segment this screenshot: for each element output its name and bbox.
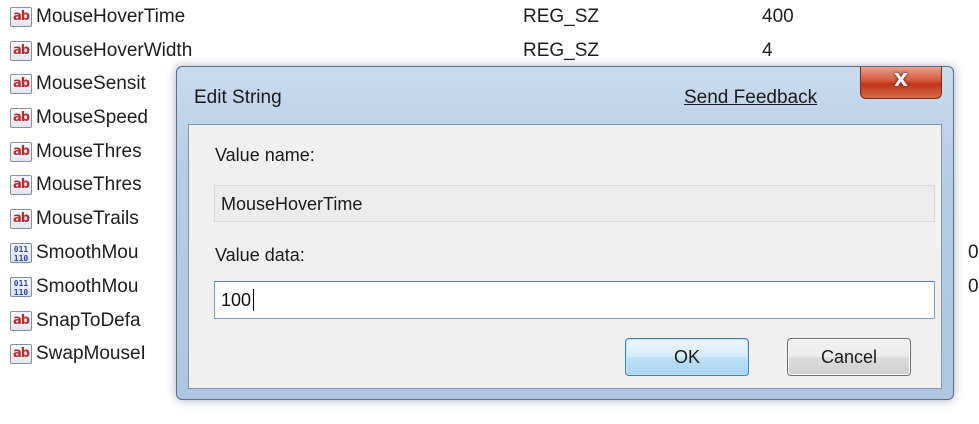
registry-value-data: 400 xyxy=(762,6,794,27)
registry-value-type: REG_SZ xyxy=(523,40,600,61)
string-value-icon: ab xyxy=(10,175,32,195)
close-icon: X xyxy=(894,70,908,91)
string-value-icon: ab xyxy=(10,41,32,61)
dialog-body: Value name: MouseHoverTime Value data: 1… xyxy=(188,124,942,389)
close-button[interactable]: X xyxy=(860,67,942,99)
registry-value-name: SwapMouseI xyxy=(36,343,146,364)
registry-value-data: 0 xyxy=(968,276,979,297)
registry-value-row[interactable]: ab MouseHoverWidth REG_SZ 4 xyxy=(0,34,979,68)
registry-value-name: SnapToDefa xyxy=(36,310,141,331)
registry-value-name: MouseSpeed xyxy=(36,107,148,128)
string-value-icon: ab xyxy=(10,142,32,162)
dialog-title: Edit String xyxy=(194,87,282,108)
string-value-icon: ab xyxy=(10,74,32,94)
registry-value-name: SmoothMou xyxy=(36,242,139,263)
string-value-icon: ab xyxy=(10,108,32,128)
ok-button[interactable]: OK xyxy=(625,338,749,376)
registry-value-name: MouseHoverTime xyxy=(36,6,186,27)
registry-value-name: MouseHoverWidth xyxy=(36,40,193,61)
binary-value-icon: 011 110 xyxy=(10,243,32,263)
cancel-button[interactable]: Cancel xyxy=(787,338,911,376)
registry-value-name: MouseThres xyxy=(36,174,142,195)
string-value-icon: ab xyxy=(10,7,32,27)
value-name-label: Value name: xyxy=(215,145,315,165)
value-name-field: MouseHoverTime xyxy=(214,185,935,222)
registry-value-name: SmoothMou xyxy=(36,276,139,297)
string-value-icon: ab xyxy=(10,209,32,229)
edit-string-dialog: Edit String Send Feedback X Value name: … xyxy=(176,66,954,400)
string-value-icon: ab xyxy=(10,311,32,331)
registry-value-data: 0 xyxy=(968,242,979,263)
text-caret xyxy=(253,289,254,311)
registry-value-row[interactable]: ab MouseHoverTime REG_SZ 400 xyxy=(0,0,979,34)
value-data-text: 100 xyxy=(221,290,252,310)
binary-value-icon: 011 110 xyxy=(10,277,32,297)
registry-value-name: MouseThres xyxy=(36,141,142,162)
registry-value-data: 4 xyxy=(762,40,773,61)
registry-value-type: REG_SZ xyxy=(523,6,600,27)
registry-value-name: MouseTrails xyxy=(36,208,139,229)
value-data-label: Value data: xyxy=(215,245,305,265)
value-data-input[interactable]: 100 xyxy=(214,281,935,319)
string-value-icon: ab xyxy=(10,344,32,364)
value-name-text: MouseHoverTime xyxy=(221,194,363,214)
registry-value-name: MouseSensit xyxy=(36,73,146,94)
send-feedback-link[interactable]: Send Feedback xyxy=(684,87,817,109)
